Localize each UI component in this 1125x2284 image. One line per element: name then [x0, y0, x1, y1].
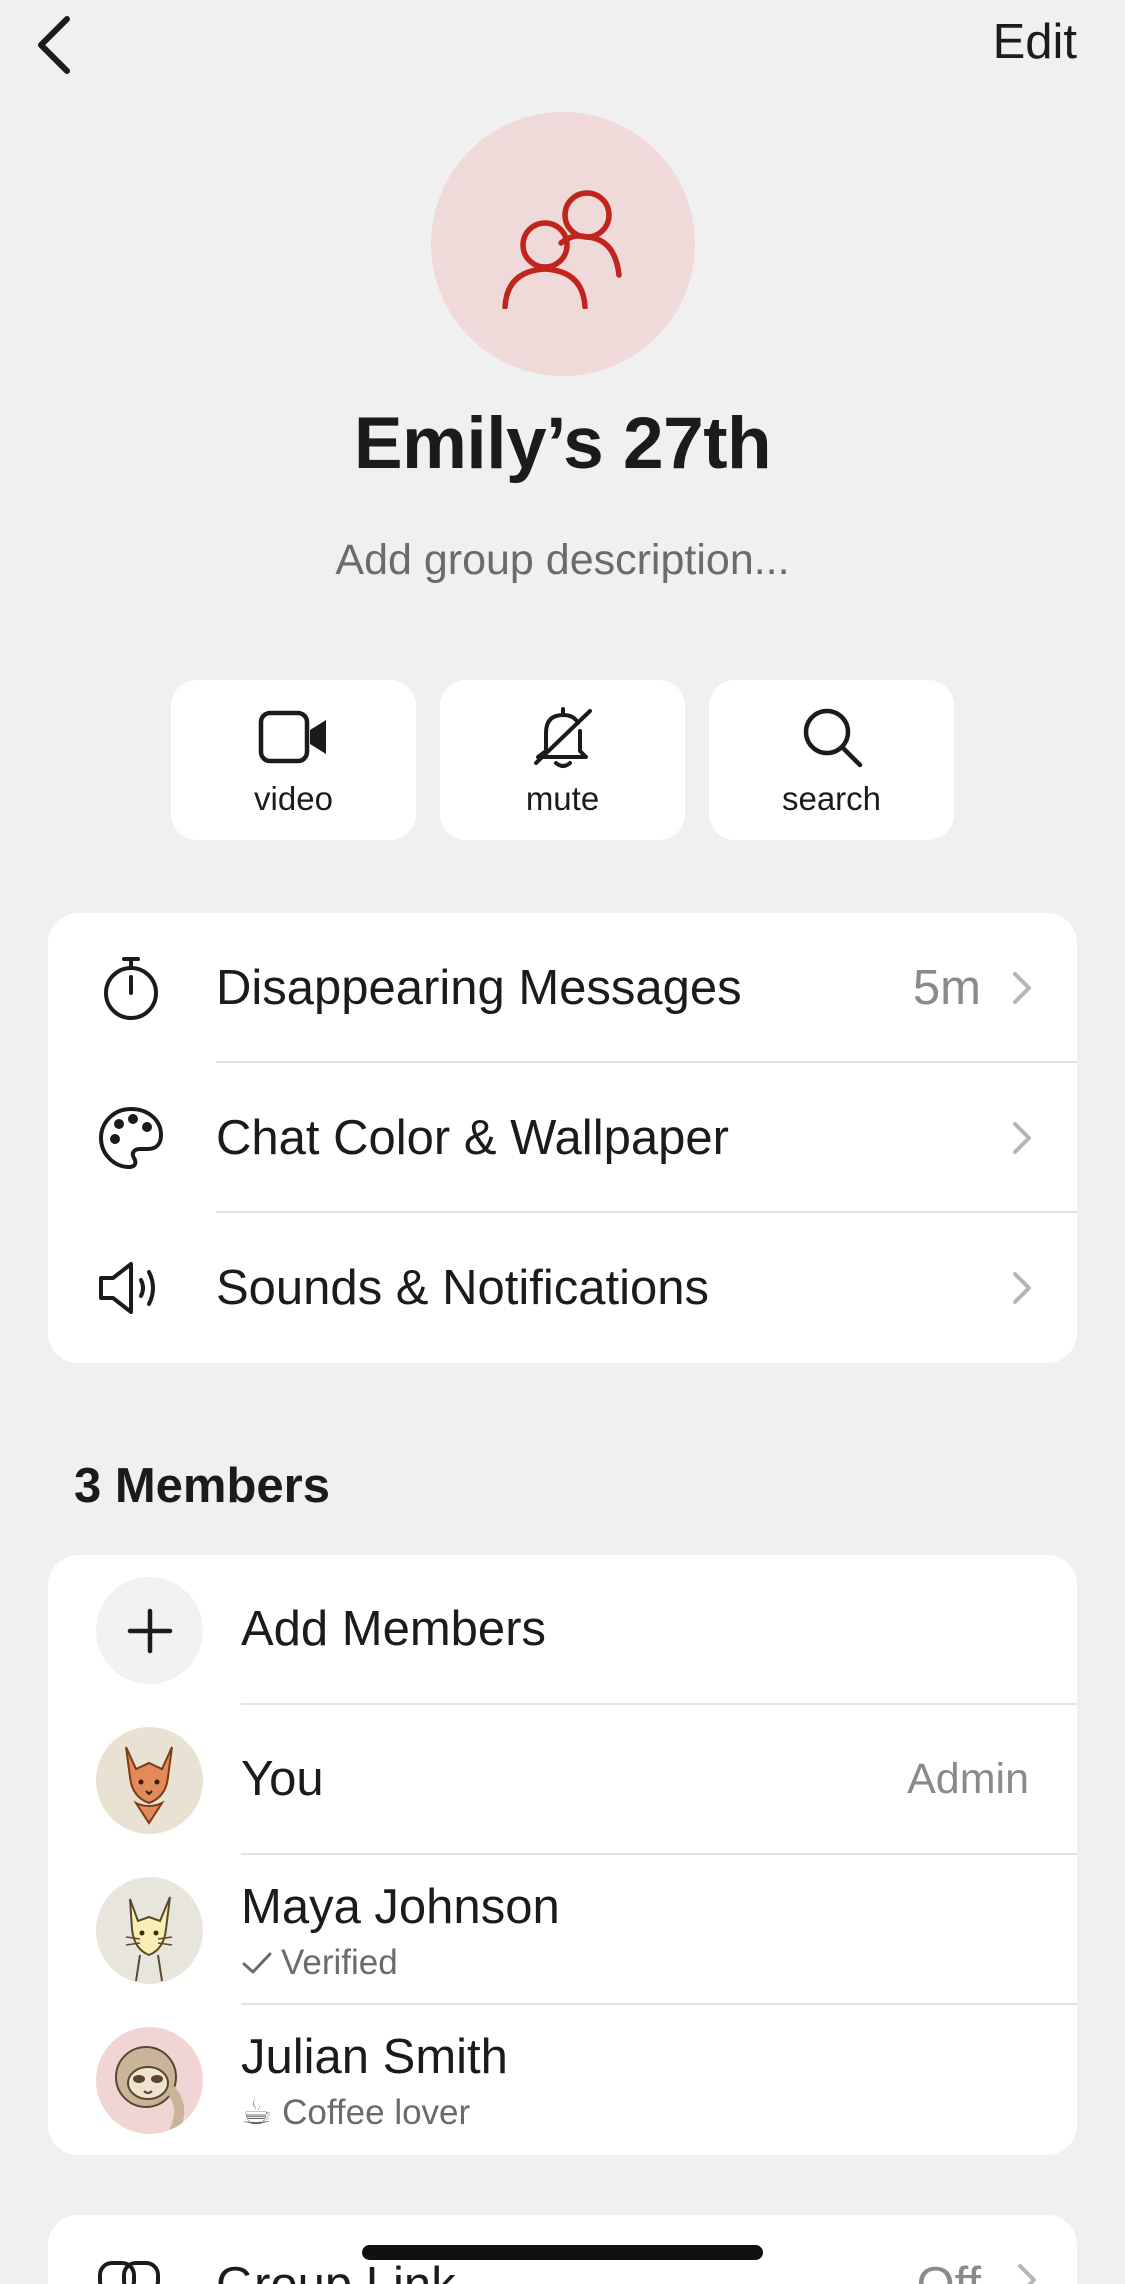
group-title: Emily’s 27th — [353, 403, 772, 484]
member-role-badge: Admin — [907, 1755, 1029, 1803]
checkmark-icon — [242, 1952, 272, 1974]
member-subtitle: Verified — [241, 1943, 398, 1983]
chevron-right-icon — [1013, 972, 1031, 1004]
mute-button[interactable]: mute — [440, 680, 685, 840]
video-camera-icon — [258, 710, 326, 764]
group-info-screen: Edit Emily’s 27th Add group description.… — [0, 0, 1125, 2284]
disappearing-messages-row[interactable]: Disappearing Messages 5m — [48, 913, 1077, 1063]
chevron-right-icon — [1018, 2264, 1036, 2284]
chevron-left-icon — [38, 16, 70, 74]
group-icon — [502, 190, 622, 309]
group-link-value: Off — [917, 2257, 981, 2284]
member-about: ☕ Coffee lover — [241, 2093, 471, 2132]
member-name: Maya Johnson — [241, 1880, 560, 1934]
member-name: Julian Smith — [241, 2030, 508, 2084]
speaker-icon — [99, 1262, 155, 1314]
edit-button[interactable]: Edit — [993, 14, 1077, 70]
disappearing-messages-value: 5m — [912, 961, 981, 1015]
add-members-row[interactable]: Add Members — [48, 1555, 1077, 1705]
sloth-avatar — [96, 2027, 203, 2134]
sounds-notifications-label: Sounds & Notifications — [216, 1261, 709, 1315]
chat-color-wallpaper-label: Chat Color & Wallpaper — [216, 1111, 729, 1165]
member-row[interactable]: Julian Smith ☕ Coffee lover — [48, 2005, 1077, 2155]
video-button-label: video — [254, 780, 333, 817]
disappearing-messages-label: Disappearing Messages — [216, 961, 742, 1015]
chat-color-wallpaper-row[interactable]: Chat Color & Wallpaper — [48, 1063, 1077, 1213]
search-button-label: search — [781, 780, 882, 817]
chevron-right-icon — [1013, 1272, 1031, 1304]
timer-icon — [104, 957, 158, 1020]
member-row[interactable]: You Admin — [48, 1705, 1077, 1855]
group-description-placeholder[interactable]: Add group description... — [0, 536, 1125, 585]
cat-avatar — [96, 1877, 203, 1984]
home-indicator[interactable] — [362, 2245, 763, 2260]
group-avatar[interactable] — [431, 112, 695, 376]
group-link-label: Group Link — [216, 2257, 456, 2284]
member-name: You — [241, 1752, 324, 1806]
back-button[interactable] — [18, 10, 88, 80]
mute-button-label: mute — [525, 780, 600, 817]
link-icon — [98, 2261, 160, 2284]
bell-slash-icon — [533, 707, 592, 768]
search-icon — [803, 708, 862, 768]
verified-label: Verified — [281, 1943, 398, 1982]
quick-actions: video mute search — [171, 680, 954, 840]
fox-avatar — [96, 1727, 203, 1834]
members-header: 3 Members — [74, 1459, 331, 1513]
sounds-notifications-row[interactable]: Sounds & Notifications — [48, 1213, 1077, 1363]
members-card: Add Members You Admin Maya Johnson Verif… — [48, 1555, 1077, 2155]
video-button[interactable]: video — [171, 680, 416, 840]
palette-icon — [98, 1106, 164, 1170]
chat-settings-card: Disappearing Messages 5m Chat Color & Wa… — [48, 913, 1077, 1363]
member-subtitle: ☕ Coffee lover — [241, 2093, 470, 2133]
add-members-label: Add Members — [241, 1602, 547, 1656]
add-members-circle — [96, 1577, 203, 1684]
plus-icon — [127, 1608, 172, 1653]
search-button[interactable]: search — [709, 680, 954, 840]
member-row[interactable]: Maya Johnson Verified — [48, 1855, 1077, 2005]
chevron-right-icon — [1013, 1122, 1031, 1154]
